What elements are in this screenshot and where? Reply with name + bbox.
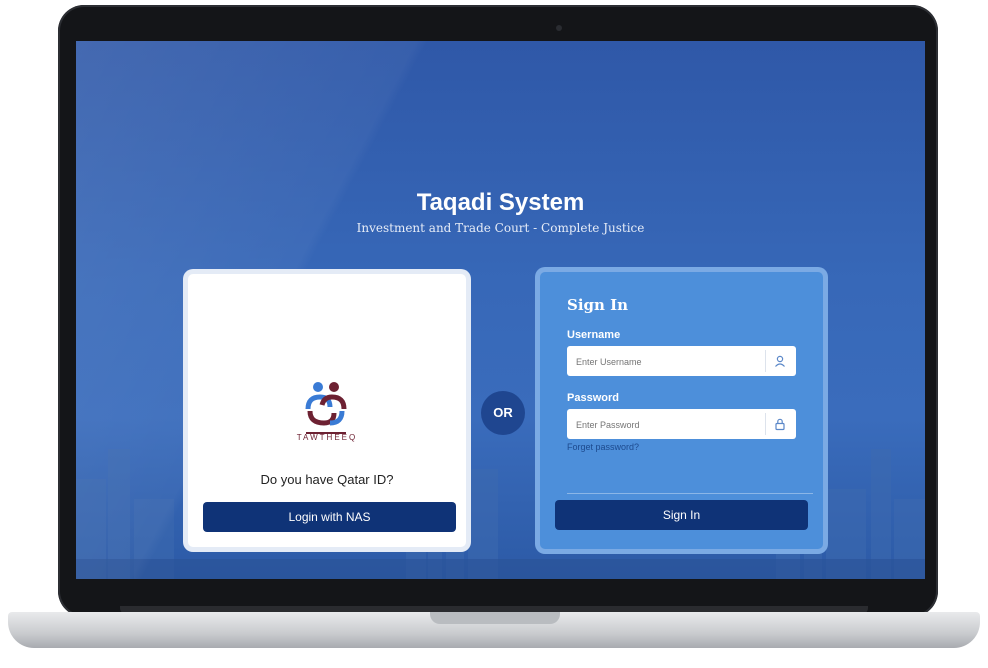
or-separator: OR [481, 391, 525, 435]
sign-in-button[interactable]: Sign In [555, 500, 808, 530]
forgot-password-link[interactable]: Forget password? [567, 442, 639, 452]
screen: Taqadi System Investment and Trade Court… [76, 41, 925, 579]
panel-divider [567, 493, 813, 494]
nas-login-card: TAWTHEEQ Do you have Qatar ID? Login wit… [183, 269, 471, 552]
logo-wordmark: TAWTHEEQ [296, 433, 358, 442]
username-field-wrapper [567, 346, 796, 378]
qatar-id-question: Do you have Qatar ID? [260, 472, 394, 487]
field-divider [765, 350, 766, 372]
sign-in-card: Sign In Username Password Forget passwor… [535, 267, 828, 554]
field-divider [765, 413, 766, 435]
lock-icon [775, 418, 785, 431]
laptop-notch [430, 612, 560, 624]
login-with-nas-button[interactable]: Login with NAS [203, 502, 456, 532]
user-icon [775, 355, 785, 367]
page-title: Taqadi System [416, 189, 585, 216]
password-field-wrapper [567, 409, 796, 441]
webcam [556, 25, 562, 31]
page-subtitle: Investment and Trade Court - Complete Ju… [356, 221, 645, 235]
password-input[interactable] [567, 409, 768, 441]
password-label: Password [567, 392, 619, 404]
username-input[interactable] [567, 346, 768, 378]
username-label: Username [567, 329, 621, 341]
sign-in-title: Sign In [567, 296, 629, 314]
